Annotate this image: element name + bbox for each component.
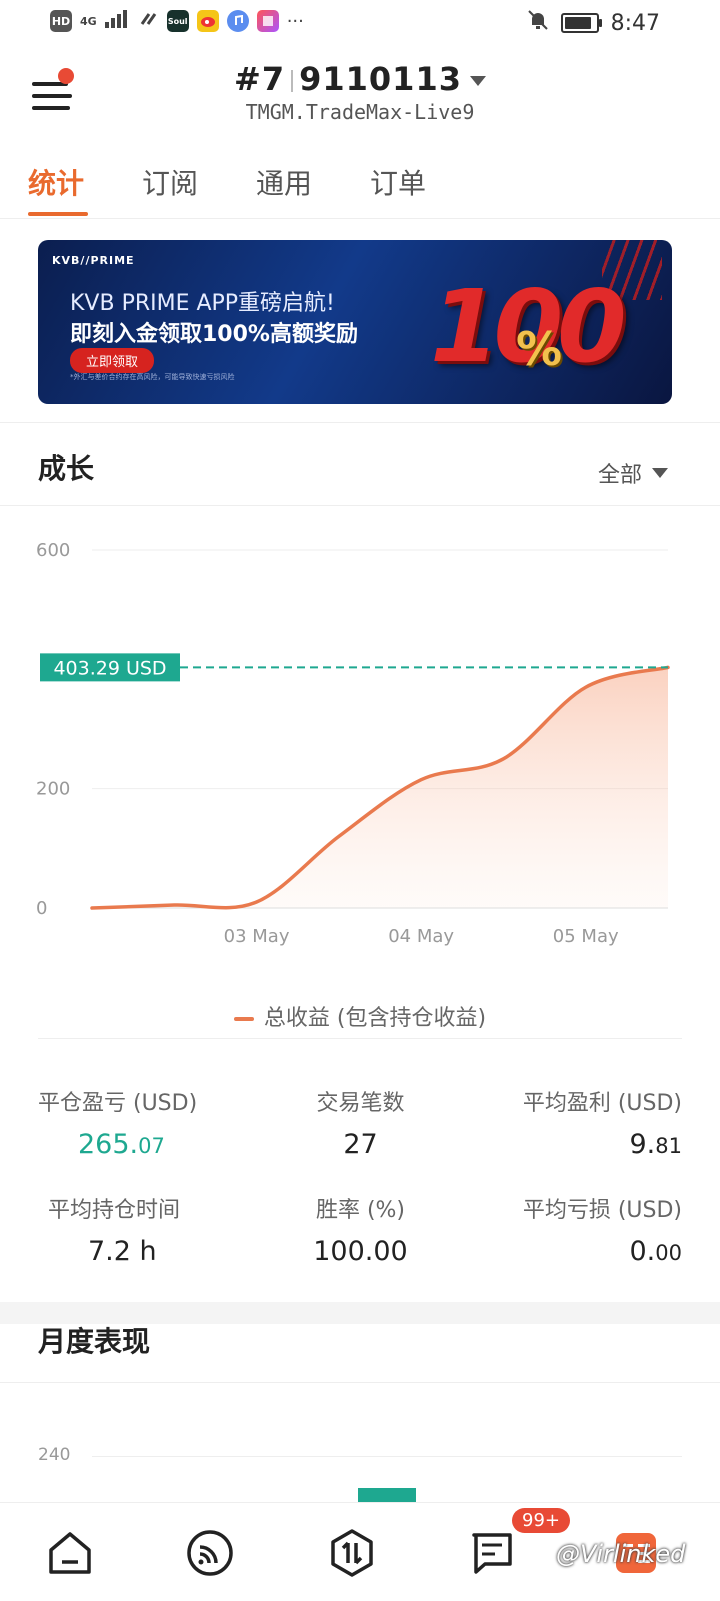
stat-value: 265.07: [38, 1129, 253, 1160]
nav-home[interactable]: [40, 1523, 100, 1583]
divider: [0, 505, 720, 506]
banner-subheadline: 即刻入金领取100%高额奖励: [70, 322, 358, 347]
banner-brand: KVB//PRIME: [52, 254, 135, 267]
status-bar: HD 4G Soul ··· 8:47: [0, 0, 720, 48]
hd-icon: HD: [50, 10, 72, 32]
stat-value-int: 0.: [629, 1236, 656, 1267]
tab-statistics[interactable]: 统计: [28, 162, 84, 202]
series-area: [92, 667, 668, 908]
stat-value: 0.00: [467, 1236, 683, 1267]
stat-label: 平均盈利 (USD): [522, 1091, 682, 1116]
server-name: TMGM.TradeMax-Live9: [245, 100, 475, 124]
tab-general[interactable]: 通用: [256, 162, 312, 202]
watermark: @Virlinked: [556, 1540, 686, 1568]
growth-title: 成长: [38, 452, 95, 485]
stat-value-int: 100.00: [313, 1236, 408, 1267]
signal-icon: [187, 1530, 233, 1576]
notes-app-icon: [256, 10, 279, 32]
divider: [0, 1382, 720, 1383]
stat-trade-count: 交易笔数 27: [253, 1085, 468, 1160]
account-prefix: #7: [234, 60, 286, 98]
stat-value-dec: 07: [138, 1134, 165, 1158]
monthly-title: 月度表现: [38, 1325, 151, 1358]
home-icon: [49, 1532, 91, 1574]
app-bar: #7 9110113 TMGM.TradeMax-Live9: [0, 48, 720, 138]
account-separator: [291, 70, 294, 92]
active-tab-indicator: [28, 212, 88, 216]
legend-label: 总收益 (包含持仓收益): [263, 1006, 487, 1031]
promo-banner[interactable]: KVB//PRIME KVB PRIME APP重磅启航! 即刻入金领取100%…: [38, 240, 672, 404]
soul-app-icon: Soul: [166, 10, 189, 32]
nav-trade[interactable]: [322, 1523, 382, 1583]
stat-avg-profit: 平均盈利 (USD) 9.81: [467, 1085, 682, 1160]
tab-orders[interactable]: 订单: [370, 162, 426, 202]
growth-chart: 0 200 600 403.29 USD 03 May 04 May 05 May: [0, 520, 720, 970]
stat-label: 交易笔数: [316, 1091, 405, 1116]
stat-label: 胜率 (%): [315, 1198, 406, 1223]
y-tick-label: 600: [36, 540, 70, 561]
battery-icon: [560, 13, 602, 33]
more-notifications-icon: ···: [286, 10, 304, 32]
range-selector-label: 全部: [597, 463, 642, 488]
stat-value: 9.81: [467, 1129, 683, 1160]
stat-value-int: 7.2 h: [88, 1236, 157, 1267]
stat-value-int: 27: [343, 1129, 378, 1160]
stat-closed-pnl: 平仓盈亏 (USD) 265.07: [38, 1085, 253, 1160]
range-selector[interactable]: 全部: [598, 457, 668, 489]
monthly-gridline: [92, 1456, 682, 1457]
status-right: 8:47: [527, 9, 660, 37]
account-title[interactable]: #7 9110113: [0, 60, 720, 98]
stat-label: 平均亏损 (USD): [522, 1198, 682, 1223]
stat-value: 7.2 h: [38, 1236, 253, 1267]
account-number: 9110113: [299, 60, 462, 98]
status-left-icons: HD 4G Soul ···: [50, 10, 304, 32]
account-selector[interactable]: #7 9110113 TMGM.TradeMax-Live9: [0, 60, 720, 124]
stat-avg-loss: 平均亏损 (USD) 0.00: [467, 1192, 682, 1267]
legend-swatch: [233, 1017, 254, 1021]
stat-value-dec: 00: [655, 1241, 682, 1265]
stat-value-int: 265.: [78, 1129, 139, 1160]
stat-label: 平均持仓时间: [48, 1198, 181, 1223]
stat-value-int: 9.: [629, 1129, 656, 1160]
stat-label: 平仓盈亏 (USD): [38, 1091, 198, 1116]
banner-fine-print: *外汇与差价合约存在高风险，可能导致快速亏损风险: [70, 373, 235, 381]
mute-bell-icon: [527, 9, 549, 37]
monthly-y-tick: 240: [38, 1445, 71, 1465]
stat-avg-hold-time: 平均持仓时间 7.2 h: [38, 1192, 253, 1267]
clock-time: 8:47: [610, 10, 660, 36]
messages-icon: [472, 1533, 512, 1574]
tab-subscribe[interactable]: 订阅: [142, 162, 198, 202]
banner-percent: %: [516, 322, 563, 376]
divider: [0, 422, 720, 423]
x-tick-label: 05 May: [553, 926, 619, 947]
nav-messages[interactable]: [462, 1523, 522, 1583]
stat-win-rate: 胜率 (%) 100.00: [253, 1192, 468, 1267]
messages-count-badge: 99+: [512, 1508, 570, 1533]
stat-value: 100.00: [253, 1236, 468, 1267]
chevron-down-icon: [652, 468, 668, 478]
chevron-down-icon[interactable]: [469, 76, 486, 86]
growth-chart-svg: 0 200 600 403.29 USD 03 May 04 May 05 May: [36, 540, 670, 947]
tab-bar: 统计 订阅 通用 订单: [0, 150, 720, 219]
link-icon: [139, 10, 159, 32]
nav-signals[interactable]: [180, 1523, 240, 1583]
music-icon: [226, 10, 249, 32]
stat-value: 27: [253, 1129, 468, 1160]
chart-legend[interactable]: 总收益 (包含持仓收益): [0, 1000, 720, 1032]
y-tick-label: 0: [36, 898, 47, 919]
weibo-icon: [196, 10, 219, 32]
y-tick-label: 200: [36, 779, 70, 800]
divider: [38, 1038, 682, 1039]
signal-icon: [104, 10, 131, 32]
network-4g-icon: 4G: [80, 14, 97, 28]
stat-value-dec: 81: [655, 1134, 682, 1158]
banner-claim-button[interactable]: 立即领取: [70, 348, 155, 373]
trade-icon: [331, 1529, 373, 1577]
x-tick-label: 04 May: [388, 926, 454, 947]
current-value-label: 403.29 USD: [53, 657, 166, 679]
banner-headline: KVB PRIME APP重磅启航!: [70, 291, 335, 316]
x-tick-label: 03 May: [224, 926, 290, 947]
